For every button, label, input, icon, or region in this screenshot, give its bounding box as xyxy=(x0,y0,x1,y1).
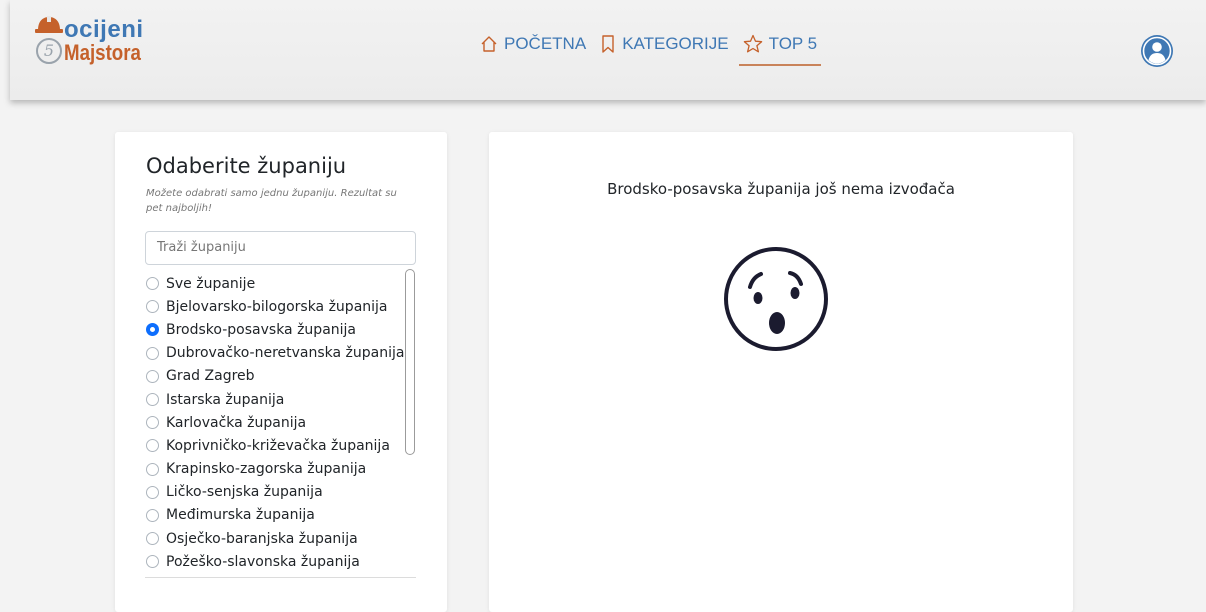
radio-unchecked[interactable] xyxy=(146,485,159,499)
county-option[interactable]: Istarska županija xyxy=(146,388,416,411)
radio-unchecked[interactable] xyxy=(146,508,159,522)
empty-results-message: Brodsko-posavska županija još nema izvođ… xyxy=(607,180,955,198)
county-option[interactable]: Karlovačka županija xyxy=(146,411,416,434)
county-option-label: Bjelovarsko-bilogorska županija xyxy=(166,298,388,315)
county-option-label: Požeško-slavonska županija xyxy=(166,553,360,570)
home-icon xyxy=(481,36,497,52)
nav-item-top5[interactable]: TOP 5 xyxy=(738,34,822,66)
nav-item-pocetna[interactable]: POČETNA xyxy=(476,34,590,64)
county-option[interactable]: Bjelovarsko-bilogorska županija xyxy=(146,295,416,318)
surprised-face-icon xyxy=(724,247,828,351)
county-option[interactable]: Brodsko-posavska županija xyxy=(146,318,416,341)
county-option-label: Osječko-baranjska županija xyxy=(166,530,358,547)
county-option-label: Sve županije xyxy=(166,275,256,292)
radio-unchecked[interactable] xyxy=(146,300,159,314)
panel-title: Odaberite županiju xyxy=(146,154,347,178)
radio-unchecked[interactable] xyxy=(146,532,159,546)
radio-unchecked[interactable] xyxy=(146,416,159,430)
county-option-label: Brodsko-posavska županija xyxy=(166,321,356,338)
radio-unchecked[interactable] xyxy=(146,462,159,476)
county-option[interactable]: Krapinsko-zagorska županija xyxy=(146,458,416,481)
panel-hint: Možete odabrati samo jednu županiju. Rez… xyxy=(146,188,397,214)
nav-item-label: POČETNA xyxy=(504,34,587,53)
list-divider xyxy=(145,577,416,578)
star-icon xyxy=(743,34,762,53)
county-option-label: Krapinsko-zagorska županija xyxy=(166,461,367,478)
county-option-label: Međimurska županija xyxy=(166,507,315,524)
county-option-label: Ličko-senjska županija xyxy=(166,484,323,501)
radio-unchecked[interactable] xyxy=(146,346,159,360)
radio-unchecked[interactable] xyxy=(146,439,159,453)
list-scrollbar[interactable] xyxy=(405,269,415,455)
county-search-input[interactable]: Traži županiju xyxy=(145,231,416,265)
helmet-icon xyxy=(35,16,63,33)
county-option-label: Karlovačka županija xyxy=(166,414,307,431)
county-option[interactable]: Grad Zagreb xyxy=(146,365,416,388)
county-option[interactable]: Međimurska županija xyxy=(146,504,416,527)
county-filter-panel: Odaberite županiju Možete odabrati samo … xyxy=(115,132,447,612)
nav-item-label: KATEGORIJE xyxy=(622,34,729,53)
bookmark-icon xyxy=(602,35,614,53)
county-option[interactable]: Sve županije xyxy=(146,272,416,295)
county-option[interactable]: Požeško-slavonska županija xyxy=(146,550,416,573)
county-option-label: Grad Zagreb xyxy=(166,368,255,385)
county-list: Sve županije Bjelovarsko-bilogorska župan… xyxy=(146,272,416,573)
logo-text-majstora: Majstora xyxy=(64,40,141,65)
county-option-label: Koprivničko-križevačka županija xyxy=(166,437,390,454)
county-option[interactable]: Dubrovačko-neretvanska županija xyxy=(146,342,416,365)
radio-unchecked[interactable] xyxy=(146,393,159,407)
county-option[interactable]: Osječko-baranjska županija xyxy=(146,527,416,550)
navbar: 5 ocijeni Majstora POČETNA KATEGORIJE TO… xyxy=(10,0,1206,100)
radio-unchecked[interactable] xyxy=(146,369,159,383)
logo[interactable]: 5 ocijeni Majstora xyxy=(34,12,164,72)
radio-checked[interactable] xyxy=(146,323,159,337)
nav-item-kategorije[interactable]: KATEGORIJE xyxy=(596,34,732,64)
county-option[interactable]: Ličko-senjska županija xyxy=(146,481,416,504)
user-circle-icon[interactable] xyxy=(1140,34,1174,68)
county-option[interactable]: Koprivničko-križevačka županija xyxy=(146,434,416,457)
radio-unchecked[interactable] xyxy=(146,555,159,569)
main-nav: POČETNA KATEGORIJE TOP 5 xyxy=(476,34,827,74)
results-panel: Brodsko-posavska županija još nema izvođ… xyxy=(489,132,1073,612)
nav-item-label: TOP 5 xyxy=(768,34,818,53)
radio-unchecked[interactable] xyxy=(146,277,159,291)
logo-five-badge: 5 xyxy=(36,38,62,64)
county-option-label: Dubrovačko-neretvanska županija xyxy=(166,345,405,362)
county-option-label: Istarska županija xyxy=(166,391,285,408)
